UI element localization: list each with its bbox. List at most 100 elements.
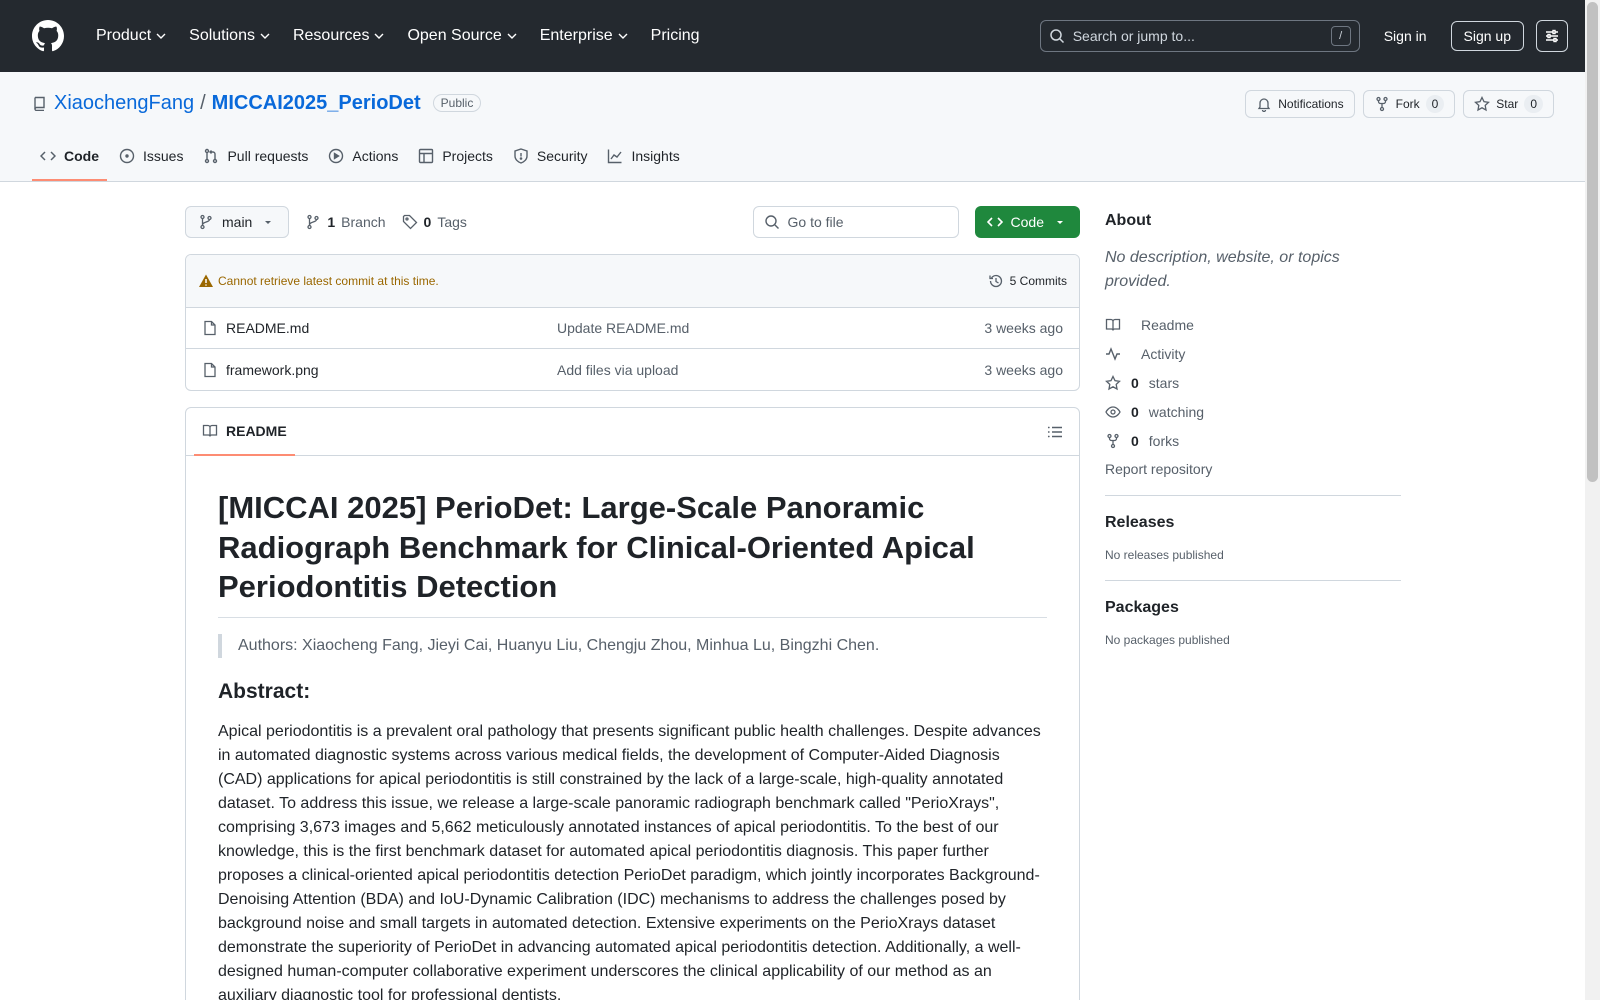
nav-product[interactable]: Product	[88, 21, 175, 51]
packages-heading[interactable]: Packages	[1105, 599, 1401, 617]
file-toolbar: main 1 Branch 0 Tags Go to file Code	[185, 206, 1080, 238]
code-dropdown-button[interactable]: Code	[974, 206, 1080, 238]
sidebar-divider	[1105, 495, 1401, 496]
packages-section: Packages No packages published	[1105, 599, 1401, 665]
file-timestamp: 3 weeks ago	[984, 320, 1063, 336]
github-logo-icon[interactable]	[32, 20, 64, 52]
main-content: main 1 Branch 0 Tags Go to file Code Can…	[185, 182, 1080, 1000]
abstract-heading: Abstract:	[218, 680, 311, 704]
star-button[interactable]: Star 0	[1463, 90, 1554, 118]
global-header: Product Solutions Resources Open Source …	[0, 0, 1600, 72]
tab-issues[interactable]: Issues	[111, 133, 191, 181]
visibility-badge: Public	[432, 94, 482, 112]
chevron-down-icon	[260, 33, 270, 39]
tags-link[interactable]: 0 Tags	[402, 214, 467, 230]
file-name-link[interactable]: README.md	[226, 320, 309, 336]
repo-separator: /	[200, 91, 206, 114]
table-icon	[419, 148, 434, 164]
file-icon	[204, 320, 216, 336]
shield-icon	[514, 148, 528, 164]
book-icon	[1105, 318, 1121, 331]
nav-solutions[interactable]: Solutions	[181, 21, 279, 51]
releases-section: Releases No releases published	[1105, 514, 1401, 580]
nav-resources[interactable]: Resources	[285, 21, 393, 51]
authors-quote: Authors: Xiaocheng Fang, Jieyi Cai, Huan…	[218, 634, 1047, 659]
tab-insights[interactable]: Insights	[599, 133, 687, 181]
list-icon	[1047, 426, 1062, 437]
readme-tab[interactable]: README	[194, 408, 295, 456]
chevron-down-icon	[618, 33, 628, 39]
sign-in-link[interactable]: Sign in	[1372, 22, 1439, 50]
sidebar-item-forks[interactable]: 0 forks	[1105, 426, 1401, 455]
repo-owner-link[interactable]: XiaochengFang	[54, 92, 194, 115]
outline-button[interactable]	[1047, 424, 1063, 440]
caret-down-icon	[1057, 221, 1063, 224]
readme-panel: README [MICCAI 2025] PerioDet: Large-Sca…	[185, 407, 1080, 1000]
play-icon	[329, 148, 344, 164]
code-icon	[40, 151, 56, 161]
shortcut-key: /	[1330, 26, 1351, 46]
tab-security[interactable]: Security	[505, 133, 596, 181]
readme-header: README	[186, 408, 1079, 456]
repo-sidebar: About No description, website, or topics…	[1105, 182, 1401, 665]
commits-link[interactable]: 5 Commits	[988, 273, 1067, 289]
tag-icon	[402, 214, 417, 230]
releases-heading[interactable]: Releases	[1105, 514, 1401, 532]
global-search-input[interactable]: Search or jump to... /	[1039, 20, 1360, 52]
readme-content: [MICCAI 2025] PerioDet: Large-Scale Pano…	[186, 456, 1079, 1000]
book-icon	[202, 424, 218, 437]
sign-up-button[interactable]: Sign up	[1450, 21, 1524, 51]
about-heading: About	[1105, 212, 1152, 229]
sidebar-item-readme[interactable]: Readme	[1105, 310, 1401, 339]
readme-title: [MICCAI 2025] PerioDet: Large-Scale Pano…	[218, 488, 1047, 619]
report-repository-link[interactable]: Report repository	[1105, 461, 1401, 477]
history-icon	[989, 274, 1002, 288]
repo-name-link[interactable]: MICCAI2025_PerioDet	[212, 92, 421, 115]
nav-pricing[interactable]: Pricing	[643, 21, 708, 51]
sidebar-item-watching[interactable]: 0 watching	[1105, 397, 1401, 426]
commit-message-link[interactable]: Add files via upload	[557, 362, 678, 378]
go-to-file-input[interactable]: Go to file	[752, 206, 959, 238]
eye-icon	[1105, 405, 1121, 418]
commit-warning: Cannot retrieve latest commit at this ti…	[198, 273, 439, 289]
sliders-icon	[1546, 29, 1558, 43]
latest-commit-bar: Cannot retrieve latest commit at this ti…	[186, 255, 1079, 308]
chevron-down-icon	[156, 33, 166, 39]
file-name-link[interactable]: framework.png	[226, 362, 319, 378]
issue-icon	[119, 148, 135, 164]
chevron-down-icon	[507, 33, 517, 39]
scrollbar-thumb[interactable]	[1587, 2, 1598, 482]
settings-menu-button[interactable]	[1536, 20, 1568, 52]
abstract-text: Apical periodontitis is a prevalent oral…	[218, 723, 1041, 1000]
nav-open-source[interactable]: Open Source	[399, 21, 525, 51]
fork-icon	[1375, 96, 1388, 112]
tab-code[interactable]: Code	[32, 133, 107, 181]
fork-button[interactable]: Fork 0	[1362, 90, 1456, 118]
header-actions: Search or jump to... / Sign in Sign up	[1039, 20, 1568, 52]
sidebar-item-stars[interactable]: 0 stars	[1105, 368, 1401, 397]
chevron-down-icon	[374, 33, 384, 39]
fork-count: 0	[1425, 95, 1445, 113]
tab-actions[interactable]: Actions	[320, 133, 406, 181]
page-scrollbar[interactable]	[1585, 0, 1600, 1000]
file-row[interactable]: README.md Update README.md 3 weeks ago	[186, 308, 1079, 349]
main-nav: Product Solutions Resources Open Source …	[88, 21, 708, 51]
file-browser: Cannot retrieve latest commit at this ti…	[185, 254, 1080, 391]
sidebar-item-activity[interactable]: Activity	[1105, 339, 1401, 368]
file-row[interactable]: framework.png Add files via upload 3 wee…	[186, 349, 1079, 390]
nav-enterprise[interactable]: Enterprise	[532, 21, 637, 51]
notifications-button[interactable]: Notifications	[1245, 90, 1355, 118]
tab-pull-requests[interactable]: Pull requests	[195, 133, 316, 181]
pull-request-icon	[205, 148, 218, 164]
alert-icon	[199, 274, 213, 287]
repo-header: XiaochengFang / MICCAI2025_PerioDet Publ…	[0, 72, 1600, 182]
search-icon	[1049, 29, 1064, 44]
fork-icon	[1107, 433, 1119, 448]
branches-link[interactable]: 1 Branch	[305, 214, 386, 230]
commit-message-link[interactable]: Update README.md	[557, 320, 689, 336]
code-icon	[986, 217, 1003, 227]
about-links: Readme Activity 0 stars 0 watching 0 forks	[1105, 310, 1401, 455]
tab-projects[interactable]: Projects	[410, 133, 501, 181]
pulse-icon	[1106, 346, 1120, 361]
branch-selector[interactable]: main	[185, 206, 290, 238]
